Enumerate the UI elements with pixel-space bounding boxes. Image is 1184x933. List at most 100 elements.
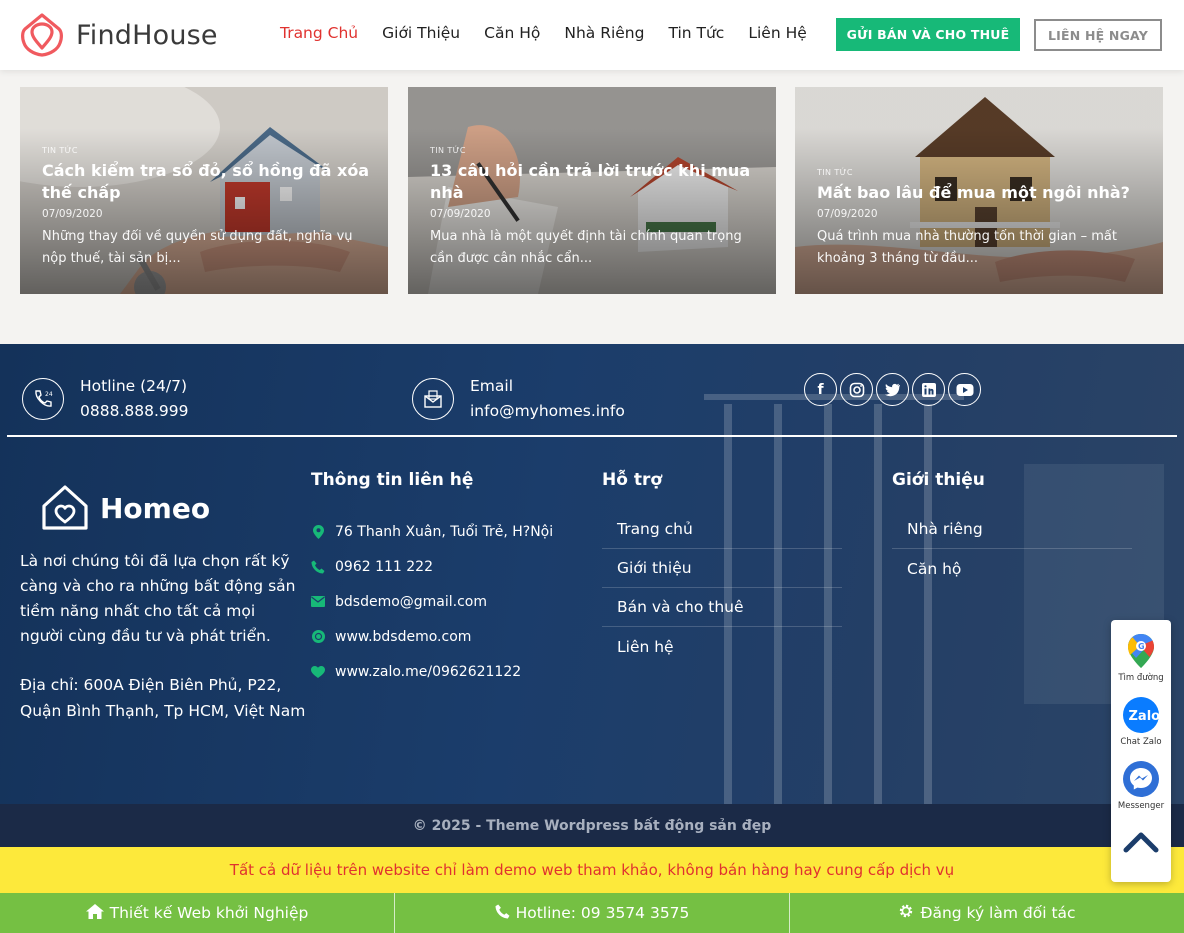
envelope-icon <box>311 596 325 607</box>
card-excerpt: Quá trình mua nhà thường tốn thời gian –… <box>817 229 1117 266</box>
info-website[interactable]: www.bdsdemo.com <box>311 619 553 654</box>
email-value[interactable]: info@myhomes.info <box>470 399 625 424</box>
directions-label: Tìm đường <box>1118 673 1164 683</box>
card-title[interactable]: 13 câu hỏi cần trả lời trước khi mua nhà <box>430 160 758 204</box>
footer-link-contact[interactable]: Liên hệ <box>602 627 842 666</box>
social-links: f <box>804 373 984 406</box>
phone-icon <box>495 904 510 923</box>
hotline-value[interactable]: 0888.888.999 <box>80 399 188 424</box>
linkedin-icon[interactable] <box>912 373 945 406</box>
card-excerpt: Những thay đổi về quyền sử dụng đất, ngh… <box>42 229 353 266</box>
info-zalo-text[interactable]: www.zalo.me/0962621122 <box>335 664 521 680</box>
info-email[interactable]: bdsdemo@gmail.com <box>311 584 553 619</box>
news-card[interactable]: TIN TỨC Mất bao lâu để mua một ngôi nhà?… <box>795 87 1163 294</box>
heart-icon <box>311 665 325 678</box>
email-icon <box>412 378 454 420</box>
info-phone-text[interactable]: 0962 111 222 <box>335 559 433 575</box>
email-label: Email <box>470 377 514 395</box>
hotline-link[interactable]: Hotline: 09 3574 3575 <box>395 893 790 933</box>
info-website-text[interactable]: www.bdsdemo.com <box>335 629 471 645</box>
startup-web-design-link[interactable]: Thiết kế Web khởi Nghiệp <box>0 893 395 933</box>
youtube-icon[interactable] <box>948 373 981 406</box>
footer-link-about[interactable]: Giới thiệu <box>602 549 842 588</box>
svg-text:G: G <box>1138 642 1145 651</box>
card-date: 07/09/2020 <box>430 208 491 220</box>
nav-apartments[interactable]: Căn Hộ <box>484 24 540 42</box>
site-header: FindHouse Trang Chủ Giới Thiệu Căn Hộ Nh… <box>0 0 1184 70</box>
card-title[interactable]: Mất bao lâu để mua một ngôi nhà? <box>817 182 1145 204</box>
messenger-label: Messenger <box>1117 801 1165 811</box>
messenger-button[interactable]: Messenger <box>1111 760 1171 811</box>
main-nav: Trang Chủ Giới Thiệu Căn Hộ Nhà Riêng Ti… <box>268 24 819 42</box>
card-category: TIN TỨC <box>42 146 78 155</box>
card-category: TIN TỨC <box>817 168 853 177</box>
info-address: 76 Thanh Xuân, Tuổi Trẻ, H?Nội <box>311 514 553 549</box>
facebook-icon[interactable]: f <box>804 373 837 406</box>
news-card[interactable]: TIN TỨC Cách kiểm tra sổ đỏ, sổ hồng đã … <box>20 87 388 294</box>
twitter-icon[interactable] <box>876 373 909 406</box>
svg-text:Zalo: Zalo <box>1129 709 1161 724</box>
card-date: 07/09/2020 <box>42 208 103 220</box>
card-excerpt: Mua nhà là một quyết định tài chính quan… <box>430 229 742 266</box>
card-content: TIN TỨC Cách kiểm tra sổ đỏ, sổ hồng đã … <box>42 146 370 270</box>
contact-info-list: 76 Thanh Xuân, Tuổi Trẻ, H?Nội 0962 111 … <box>311 514 553 689</box>
phone-icon <box>311 560 325 574</box>
email-contact[interactable]: Email info@myhomes.info <box>412 374 625 424</box>
floating-contact-widget: G Tìm đường Zalo Chat Zalo Messenger <box>1111 620 1171 882</box>
logo[interactable]: FindHouse <box>20 12 218 58</box>
partner-signup-link[interactable]: Đăng ký làm đối tác <box>790 893 1184 933</box>
globe-icon <box>311 630 325 643</box>
card-title[interactable]: Cách kiểm tra sổ đỏ, sổ hồng đã xóa thế … <box>42 160 370 204</box>
directions-button[interactable]: G Tìm đường <box>1111 632 1171 683</box>
gear-icon <box>898 903 914 923</box>
contact-now-button[interactable]: LIÊN HỆ NGAY <box>1034 19 1162 51</box>
sell-rent-button[interactable]: GỬI BÁN VÀ CHO THUÊ <box>836 18 1020 51</box>
hotline-bar-label: Hotline: 09 3574 3575 <box>515 904 690 922</box>
footer-logo[interactable]: Homeo <box>40 484 210 532</box>
site-footer: 24 Hotline (24/7) 0888.888.999 Email inf… <box>0 344 1184 804</box>
card-content: TIN TỨC Mất bao lâu để mua một ngôi nhà?… <box>817 168 1145 270</box>
support-links: Trang chủ Giới thiệu Bán và cho thuê Liê… <box>602 510 842 666</box>
info-email-text[interactable]: bdsdemo@gmail.com <box>335 594 487 610</box>
svg-text:24: 24 <box>45 391 53 398</box>
instagram-icon[interactable] <box>840 373 873 406</box>
google-maps-icon: G <box>1128 634 1154 668</box>
intro-links: Nhà riêng Căn hộ <box>892 510 1132 588</box>
contact-bar: 24 Hotline (24/7) 0888.888.999 Email inf… <box>0 344 1184 437</box>
partner-signup-label: Đăng ký làm đối tác <box>920 904 1076 922</box>
copyright-bar: © 2025 - Theme Wordpress bất động sản đẹ… <box>0 804 1184 847</box>
demo-notice: Tất cả dữ liệu trên website chỉ làm demo… <box>0 847 1184 893</box>
contact-info-title: Thông tin liên hệ <box>311 470 474 490</box>
house-heart-logo-icon <box>42 485 88 530</box>
logo-text: FindHouse <box>76 19 218 51</box>
nav-news[interactable]: Tin Tức <box>668 24 724 42</box>
zalo-chat-button[interactable]: Zalo Chat Zalo <box>1111 696 1171 747</box>
news-card[interactable]: TIN TỨC 13 câu hỏi cần trả lời trước khi… <box>408 87 776 294</box>
footer-brand: Homeo <box>100 491 211 525</box>
nav-houses[interactable]: Nhà Riêng <box>564 24 644 42</box>
card-content: TIN TỨC 13 câu hỏi cần trả lời trước khi… <box>430 146 758 270</box>
card-date: 07/09/2020 <box>817 208 878 220</box>
hotline-contact[interactable]: 24 Hotline (24/7) 0888.888.999 <box>22 374 188 424</box>
map-marker-icon <box>311 524 325 539</box>
home-icon <box>85 903 104 923</box>
info-address-text: 76 Thanh Xuân, Tuổi Trẻ, H?Nội <box>335 523 554 540</box>
nav-about[interactable]: Giới Thiệu <box>382 24 460 42</box>
bottom-action-bar: Thiết kế Web khởi Nghiệp Hotline: 09 357… <box>0 893 1184 933</box>
intro-title: Giới thiệu <box>892 470 985 490</box>
zalo-label: Chat Zalo <box>1120 737 1162 747</box>
hotline-label: Hotline (24/7) <box>80 377 188 395</box>
footer-link-home[interactable]: Trang chủ <box>602 510 842 549</box>
footer-divider <box>7 435 1177 437</box>
info-phone[interactable]: 0962 111 222 <box>311 549 553 584</box>
footer-link-houses[interactable]: Nhà riêng <box>892 510 1132 549</box>
scroll-to-top-button[interactable] <box>1111 828 1171 854</box>
nav-home[interactable]: Trang Chủ <box>280 24 358 42</box>
card-category: TIN TỨC <box>430 146 466 155</box>
info-zalo[interactable]: www.zalo.me/0962621122 <box>311 654 553 689</box>
footer-link-sell-rent[interactable]: Bán và cho thuê <box>602 588 842 627</box>
footer-address: Địa chỉ: 600A Điện Biên Phủ, P22, Quận B… <box>20 676 306 720</box>
footer-link-apartments[interactable]: Căn hộ <box>892 549 1132 588</box>
messenger-icon <box>1123 761 1159 797</box>
nav-contact[interactable]: Liên Hệ <box>748 24 806 42</box>
